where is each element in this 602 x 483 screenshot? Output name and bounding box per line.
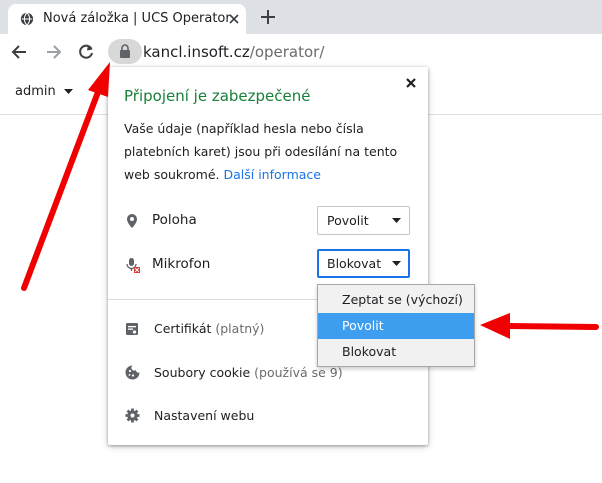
arrow-to-allow-option	[480, 313, 599, 339]
arrow-to-lock-icon	[21, 62, 110, 291]
annotation-arrows	[21, 62, 599, 339]
